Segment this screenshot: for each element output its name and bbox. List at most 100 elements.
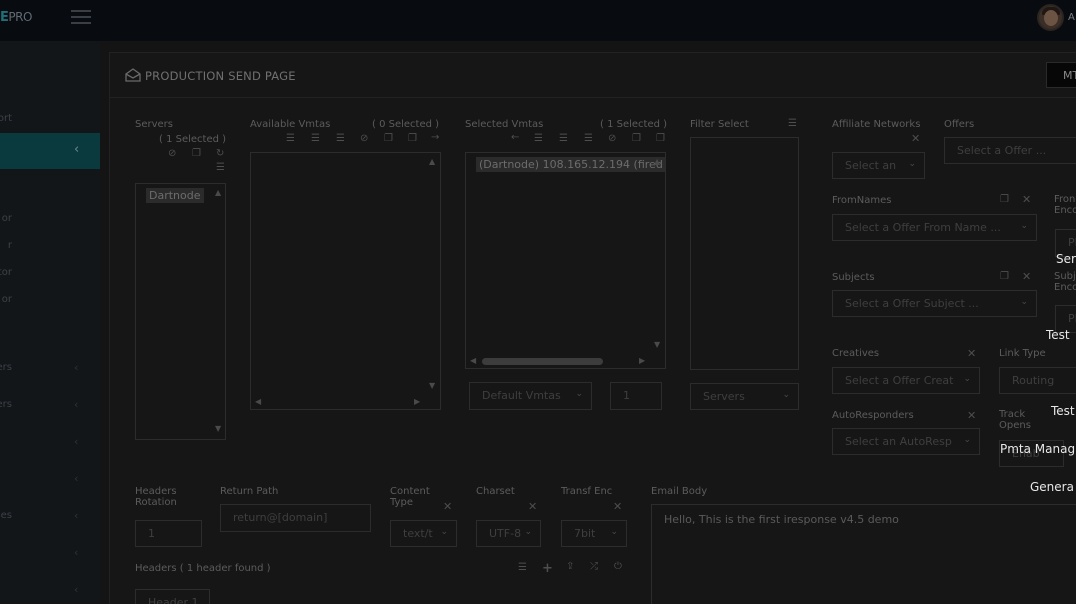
header-tab-1[interactable]: Header 1 xyxy=(135,589,210,604)
copy-icon[interactable]: ❐ xyxy=(192,148,201,159)
sidebar-item-label: or xyxy=(1,294,12,305)
app-logo[interactable]: EPRO xyxy=(0,10,32,25)
list-numbered-icon[interactable]: ☰ xyxy=(559,133,568,144)
scroll-up-icon[interactable]: ▲ xyxy=(215,188,221,197)
transf-enc-select[interactable]: 7bit ⌄ xyxy=(561,520,627,547)
list-icon[interactable]: ☰ xyxy=(788,118,797,129)
sidebar-item-roles[interactable]: Roles ‹ xyxy=(0,507,100,527)
scroll-left-icon[interactable]: ◀ xyxy=(255,397,261,406)
sidebar-item-10[interactable]: ‹ xyxy=(0,581,100,601)
subj-enc-value: Pl xyxy=(1068,312,1076,325)
sidebar-item-4[interactable]: itor xyxy=(0,264,100,284)
sidebar-item-9[interactable]: ‹ xyxy=(0,544,100,564)
user-avatar[interactable] xyxy=(1037,4,1064,31)
selected-vmtas-listbox[interactable]: (Dartnode) 108.165.12.194 (fired ▲ ▼ ◀ ▶ xyxy=(465,152,666,369)
clear-autoresponders-icon[interactable]: ✕ xyxy=(967,409,976,422)
list-icon[interactable]: ☰ xyxy=(216,162,225,173)
charset-select[interactable]: UTF-8 ⌄ xyxy=(476,520,541,547)
list-check-icon[interactable]: ☰ xyxy=(584,133,593,144)
scroll-up-icon[interactable]: ▲ xyxy=(654,157,660,166)
servers-listbox[interactable]: Dartnode ▲ ▼ xyxy=(135,183,226,440)
scroll-left-icon[interactable]: ◀ xyxy=(470,356,476,365)
server-option[interactable]: Dartnode xyxy=(146,188,204,203)
deselect-icon[interactable]: ⊘ xyxy=(168,148,176,159)
add-icon[interactable]: + xyxy=(542,561,553,576)
email-body-textarea[interactable]: Hello, This is the first iresponse v4.5 … xyxy=(651,504,1076,604)
list-icon[interactable]: ☰ xyxy=(518,562,527,573)
side-menu-item-2[interactable]: Test xyxy=(1046,328,1070,342)
copy-icon[interactable]: ❐ xyxy=(1000,194,1009,205)
offers-select[interactable]: Select a Offer ... xyxy=(944,137,1076,164)
vmta-option[interactable]: (Dartnode) 108.165.12.194 (fired xyxy=(476,157,665,172)
menu-toggle-icon[interactable] xyxy=(71,10,91,24)
sidebar-item-6[interactable]: ders ‹ xyxy=(0,396,100,416)
filter-select-dropdown[interactable]: Servers ⌄ xyxy=(690,383,799,410)
copy-icon[interactable]: ❐ xyxy=(384,133,393,144)
arrow-right-icon[interactable]: → xyxy=(431,132,439,143)
sidebar-item-2[interactable]: or xyxy=(0,210,100,230)
side-menu-item-5[interactable]: Genera xyxy=(1030,480,1074,494)
scroll-right-icon[interactable]: ▶ xyxy=(639,356,645,365)
list-icon[interactable]: ☰ xyxy=(286,133,295,144)
creatives-select[interactable]: Select a Offer Creat ⌄ xyxy=(832,367,980,394)
copy-icon[interactable]: ❐ xyxy=(1000,271,1009,282)
scroll-right-icon[interactable]: ▶ xyxy=(414,397,420,406)
list-check-icon[interactable]: ☰ xyxy=(336,133,345,144)
email-body-text: Hello, This is the first iresponse v4.5 … xyxy=(664,513,899,526)
clear-content-type-icon[interactable]: ✕ xyxy=(443,500,452,513)
clear-charset-icon[interactable]: ✕ xyxy=(528,500,537,513)
upload-icon[interactable]: ⇪ xyxy=(566,561,574,572)
arrow-left-icon[interactable]: ← xyxy=(511,132,519,143)
scroll-up-icon[interactable]: ▲ xyxy=(429,157,435,166)
from-names-select[interactable]: Select a Offer From Name ... ⌄ xyxy=(832,214,1037,241)
shuffle-icon[interactable]: ⤮ xyxy=(590,561,598,572)
link-type-select[interactable]: Routing xyxy=(999,367,1076,394)
copy-alt-icon[interactable]: ❐ xyxy=(656,133,665,144)
copy-icon[interactable]: ❐ xyxy=(632,133,641,144)
top-navbar: EPRO A xyxy=(0,0,1076,41)
deselect-icon[interactable]: ⊘ xyxy=(360,133,368,144)
list-numbered-icon[interactable]: ☰ xyxy=(311,133,320,144)
sidebar-item-5[interactable]: or xyxy=(0,291,100,311)
refresh-icon[interactable]: ↻ xyxy=(216,148,224,159)
side-menu-item-1[interactable]: Ser xyxy=(1056,252,1076,266)
list-icon[interactable]: ☰ xyxy=(534,133,543,144)
subjects-select[interactable]: Select a Offer Subject ... ⌄ xyxy=(832,290,1037,317)
clear-creatives-icon[interactable]: ✕ xyxy=(967,347,976,360)
scroll-down-icon[interactable]: ▼ xyxy=(215,424,221,433)
content-type-select[interactable]: text/t ⌄ xyxy=(390,520,457,547)
clear-subjects-icon[interactable]: ✕ xyxy=(1022,270,1031,283)
user-name[interactable]: A xyxy=(1068,12,1075,23)
available-vmtas-listbox[interactable]: ▲ ▼ ◀ ▶ xyxy=(250,152,441,410)
copy-alt-icon[interactable]: ❐ xyxy=(408,133,417,144)
power-icon[interactable]: ⏻ xyxy=(614,561,622,572)
subj-enc-label: Subj Enco xyxy=(1054,271,1076,293)
scroll-down-icon[interactable]: ▼ xyxy=(654,340,660,349)
autoresponders-select[interactable]: Select an AutoResp ⌄ xyxy=(832,428,980,455)
deselect-icon[interactable]: ⊘ xyxy=(608,133,616,144)
scroll-down-icon[interactable]: ▼ xyxy=(429,381,435,390)
horizontal-scrollbar-thumb[interactable] xyxy=(482,358,603,365)
sidebar-item-1[interactable]: ort xyxy=(0,110,100,130)
mt-button[interactable]: MT xyxy=(1046,62,1076,88)
headers-rotation-input[interactable]: 1 xyxy=(135,520,202,547)
vmta-count-input[interactable]: 1 xyxy=(610,382,662,410)
sidebar-item-8[interactable]: ‹ xyxy=(0,470,100,490)
side-menu-item-3[interactable]: Test xyxy=(1051,404,1075,418)
clear-affiliate-icon[interactable]: ✕ xyxy=(911,132,920,145)
chevron-left-icon: ‹ xyxy=(74,546,79,559)
clear-from-names-icon[interactable]: ✕ xyxy=(1022,193,1031,206)
clear-transf-enc-icon[interactable]: ✕ xyxy=(613,500,622,513)
sidebar-item-3[interactable]: r xyxy=(0,237,100,257)
side-menu-item-4[interactable]: Pmta Manag xyxy=(1000,442,1075,456)
sidebar-item-headers[interactable]: Headers ‹ xyxy=(0,359,100,379)
page-title: PRODUCTION SEND PAGE xyxy=(145,69,296,83)
servers-selected-count: ( 1 Selected ) xyxy=(159,134,227,145)
filter-select-listbox[interactable] xyxy=(690,137,799,370)
sidebar-item-7[interactable]: ‹ xyxy=(0,433,100,453)
creatives-placeholder: Select a Offer Creat xyxy=(845,374,954,387)
vmta-type-select[interactable]: Default Vmtas ⌄ xyxy=(469,382,592,410)
return-path-input[interactable]: return@[domain] xyxy=(220,504,371,532)
affiliate-networks-select[interactable]: Select an ⌄ xyxy=(832,152,925,179)
sidebar-item-active[interactable]: ‹ xyxy=(0,133,100,169)
